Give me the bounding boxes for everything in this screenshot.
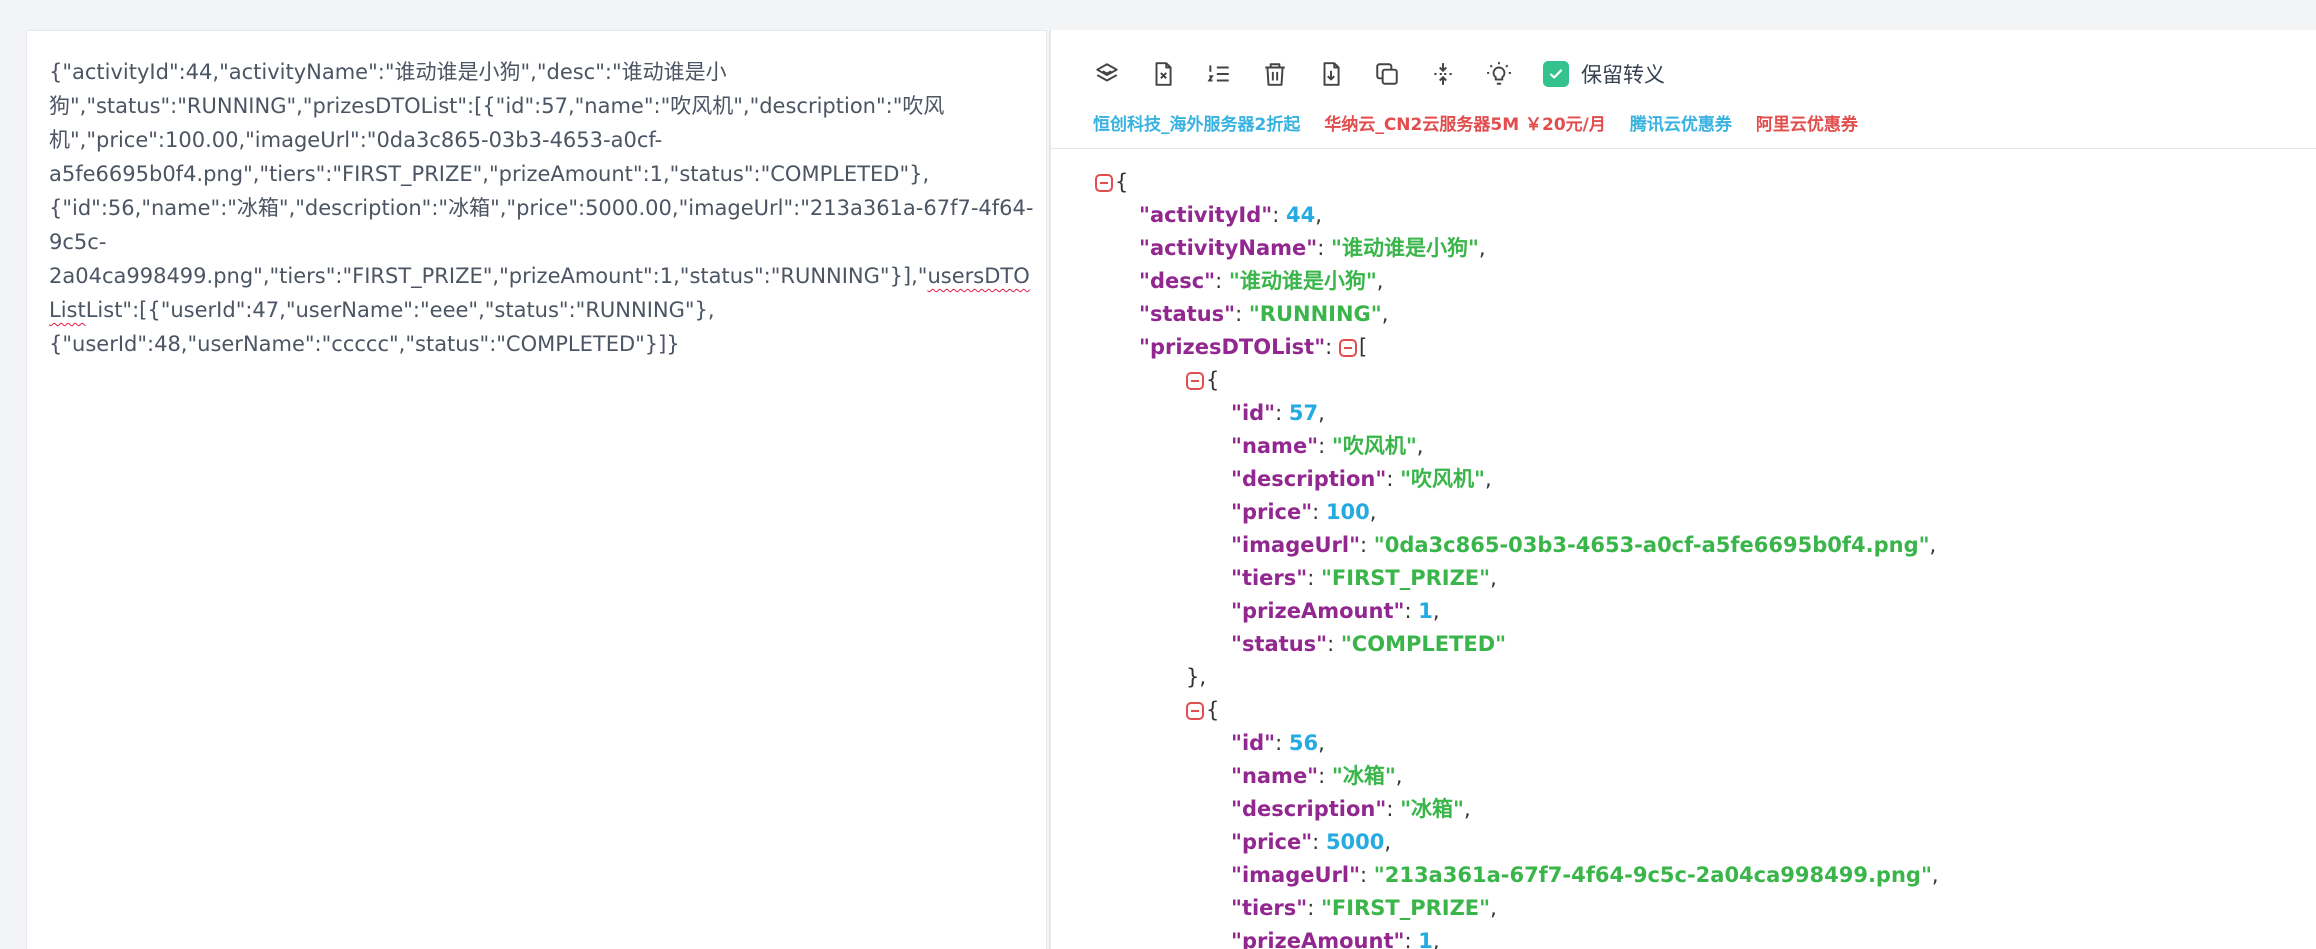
collapse-toggle-icon[interactable] xyxy=(1338,339,1357,357)
json-entry: "id": 56, xyxy=(1231,731,1325,755)
json-entry: "name": "吹风机", xyxy=(1231,434,1424,458)
json-entry: "tiers": "FIRST_PRIZE", xyxy=(1231,896,1497,920)
json-entry: "imageUrl": "0da3c865-03b3-4653-a0cf-a5f… xyxy=(1231,533,1937,557)
json-output-pane: 保留转义 恒创科技_海外服务器2折起 华纳云_CN2云服务器5M ￥20元/月 … xyxy=(1049,30,2316,949)
json-entry: "activityId": 44, xyxy=(1139,203,1322,227)
json-entry: "id": 57, xyxy=(1231,401,1325,425)
spellcheck-underline: List xyxy=(49,298,86,322)
input-line: 9c5c- xyxy=(49,230,107,254)
keep-escape-checkbox[interactable]: 保留转义 xyxy=(1543,59,1665,89)
json-entry: "description": "吹风机", xyxy=(1231,467,1492,491)
toolbar: 保留转义 xyxy=(1093,54,1665,94)
json-entry: "tiers": "FIRST_PRIZE", xyxy=(1231,566,1497,590)
app-root: {"activityId":44,"activityName":"谁动谁是小狗"… xyxy=(0,0,2316,949)
ad-link-aliyun[interactable]: 阿里云优惠券 xyxy=(1756,110,1858,135)
input-line: {"activityId":44,"activityName":"谁动谁是小狗"… xyxy=(49,60,727,84)
json-object-open: { xyxy=(1186,364,1219,397)
collapse-toggle-icon[interactable] xyxy=(1095,174,1113,192)
checkbox-checked[interactable] xyxy=(1543,61,1569,87)
ordered-list-icon[interactable] xyxy=(1205,60,1233,88)
json-entry: "activityName": "谁动谁是小狗", xyxy=(1139,236,1486,260)
json-entry: "price": 100, xyxy=(1231,500,1377,524)
download-icon[interactable] xyxy=(1317,60,1345,88)
checkmark-icon xyxy=(1549,69,1563,79)
ad-link-tencent[interactable]: 腾讯云优惠券 xyxy=(1630,110,1732,135)
json-entry: "description": "冰箱", xyxy=(1231,797,1471,821)
divider xyxy=(1051,148,2316,149)
input-line: {"id":56,"name":"冰箱","description":"冰箱",… xyxy=(49,196,1034,220)
json-entry: "prizeAmount": 1, xyxy=(1231,929,1440,949)
layers-icon[interactable] xyxy=(1093,60,1121,88)
trash-icon[interactable] xyxy=(1261,60,1289,88)
ad-link-hengchuang[interactable]: 恒创科技_海外服务器2折起 xyxy=(1093,110,1300,135)
ad-link-huanayun[interactable]: 华纳云_CN2云服务器5M ￥20元/月 xyxy=(1324,110,1606,135)
json-input-pane[interactable]: {"activityId":44,"activityName":"谁动谁是小狗"… xyxy=(26,30,1047,949)
json-object-close: }, xyxy=(1186,665,1207,689)
json-tree-view: { "activityId": 44, "activityName": "谁动谁… xyxy=(1095,166,2316,949)
checkbox-label: 保留转义 xyxy=(1581,63,1665,87)
collapse-toggle-icon[interactable] xyxy=(1186,702,1204,720)
json-entry: "status": "COMPLETED" xyxy=(1231,632,1507,656)
collapse-toggle-icon[interactable] xyxy=(1186,372,1204,390)
json-entry: "desc": "谁动谁是小狗", xyxy=(1139,269,1384,293)
lightbulb-icon[interactable] xyxy=(1485,60,1513,88)
input-line: {"userId":48,"userName":"ccccc","status"… xyxy=(49,332,680,356)
json-entry: "price": 5000, xyxy=(1231,830,1392,854)
spellcheck-underline: usersDTO xyxy=(927,264,1030,288)
ad-links: 恒创科技_海外服务器2折起 华纳云_CN2云服务器5M ￥20元/月 腾讯云优惠… xyxy=(1093,110,1882,135)
json-root-open: { xyxy=(1095,166,1128,199)
json-entry: "prizeAmount": 1, xyxy=(1231,599,1440,623)
input-line: 机","price":100.00,"imageUrl":"0da3c865-0… xyxy=(49,128,663,152)
input-line: ListList":[{"userId":47,"userName":"eee"… xyxy=(49,298,715,322)
compress-icon[interactable] xyxy=(1429,60,1457,88)
input-line: 狗","status":"RUNNING","prizesDTOList":[{… xyxy=(49,94,945,118)
input-line: 2a04ca998499.png","tiers":"FIRST_PRIZE",… xyxy=(49,264,1030,288)
json-input-text[interactable]: {"activityId":44,"activityName":"谁动谁是小狗"… xyxy=(49,55,1039,361)
json-entry: "status": "RUNNING", xyxy=(1139,302,1389,326)
json-entry: "name": "冰箱", xyxy=(1231,764,1403,788)
copy-icon[interactable] xyxy=(1373,60,1401,88)
json-entry: "prizesDTOList": [ xyxy=(1139,335,1368,359)
clear-file-icon[interactable] xyxy=(1149,60,1177,88)
json-object-open: { xyxy=(1186,694,1219,727)
input-line: a5fe6695b0f4.png","tiers":"FIRST_PRIZE",… xyxy=(49,162,930,186)
json-entry: "imageUrl": "213a361a-67f7-4f64-9c5c-2a0… xyxy=(1231,863,1939,887)
